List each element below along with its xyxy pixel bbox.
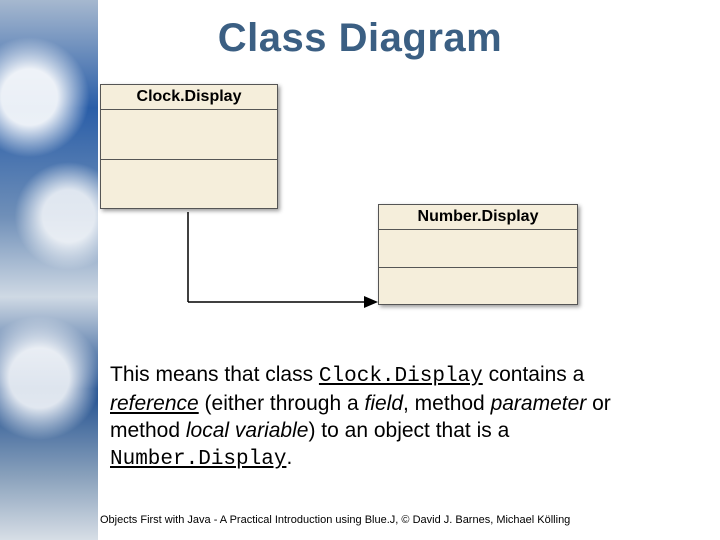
text: . <box>286 446 292 469</box>
uml-class-clock-display: Clock.Display <box>100 84 278 209</box>
decorative-sidebar <box>0 0 98 540</box>
text: (either through a <box>199 392 365 415</box>
uml-diagram: Clock.Display Number.Display <box>100 80 660 340</box>
text: contains a <box>483 363 585 386</box>
term-reference: reference <box>110 392 199 415</box>
uml-methods <box>101 160 277 208</box>
term-local-variable: local variable <box>186 419 309 442</box>
class-ref-number: Number.Display <box>110 448 286 471</box>
explanation-text: This means that class Clock.Display cont… <box>110 362 670 474</box>
uml-class-name: Number.Display <box>379 205 577 230</box>
uml-attributes <box>101 110 277 160</box>
uml-methods <box>379 268 577 304</box>
text: , method <box>403 392 491 415</box>
term-parameter: parameter <box>491 392 587 415</box>
uml-class-name: Clock.Display <box>101 85 277 110</box>
uml-attributes <box>379 230 577 268</box>
text: This means that class <box>110 363 319 386</box>
footer-text: Objects First with Java - A Practical In… <box>100 514 570 526</box>
text: ) to an object that is a <box>308 419 509 442</box>
page-title: Class Diagram <box>0 16 720 61</box>
term-field: field <box>364 392 403 415</box>
class-ref-clock: Clock.Display <box>319 365 483 388</box>
uml-class-number-display: Number.Display <box>378 204 578 305</box>
